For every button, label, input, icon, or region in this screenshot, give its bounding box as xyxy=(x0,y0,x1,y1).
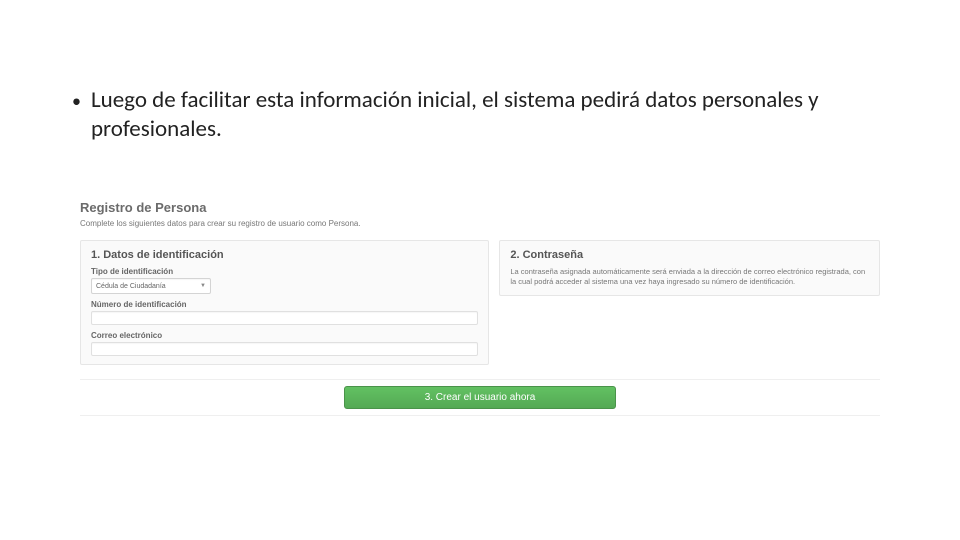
bullet-dot: • xyxy=(72,90,81,113)
form-columns: 1. Datos de identificación Tipo de ident… xyxy=(80,240,880,365)
section2-title: 2. Contraseña xyxy=(510,249,869,261)
slide-body: • Luego de facilitar esta información in… xyxy=(72,86,880,144)
form-page-title: Registro de Persona xyxy=(80,200,880,215)
id-number-input[interactable] xyxy=(91,311,478,325)
section1-title: 1. Datos de identificación xyxy=(91,249,478,261)
form-screenshot: Registro de Persona Complete los siguien… xyxy=(80,200,880,416)
button-row: 3. Crear el usuario ahora xyxy=(80,379,880,416)
password-info-text: La contraseña asignada automáticamente s… xyxy=(510,267,869,287)
bullet-item: • Luego de facilitar esta información in… xyxy=(72,86,880,144)
id-type-value: Cédula de Ciudadanía xyxy=(96,283,166,290)
id-type-select[interactable]: Cédula de Ciudadanía ▼ xyxy=(91,278,211,294)
create-user-button[interactable]: 3. Crear el usuario ahora xyxy=(344,386,617,409)
email-label: Correo electrónico xyxy=(91,331,478,340)
password-card: 2. Contraseña La contraseña asignada aut… xyxy=(499,240,880,296)
email-input[interactable] xyxy=(91,342,478,356)
id-number-label: Número de identificación xyxy=(91,300,478,309)
id-type-label: Tipo de identificación xyxy=(91,267,478,276)
bullet-text: Luego de facilitar esta información inic… xyxy=(91,86,880,144)
form-page-subtitle: Complete los siguientes datos para crear… xyxy=(80,219,880,228)
chevron-down-icon: ▼ xyxy=(200,283,206,289)
identification-card: 1. Datos de identificación Tipo de ident… xyxy=(80,240,489,365)
